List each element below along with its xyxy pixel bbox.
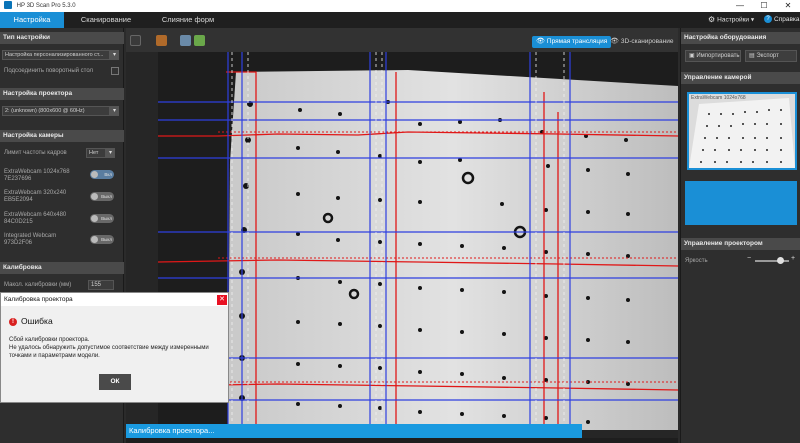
projector-select[interactable]: 2: (unknown) (800x600 @ 60Hz) [2,106,110,116]
error-message-line1: Сбой калибровки проектора. [9,337,90,343]
section-projector-setup: Настройка проектора [0,88,124,100]
export-button[interactable]: ▤ Экспорт [745,50,797,62]
section-setup-type: Тип настройки [0,32,124,44]
turntable-label: Подсоединить поворотный стол [4,68,94,74]
help-menu-label: Справка [774,16,800,23]
main-menu-bar: Настройка Сканирование Слияние форм ⚙ Нас… [0,12,800,28]
eye-view-icon[interactable] [130,35,141,46]
camera-toggle[interactable]: Вкл [90,170,114,179]
camera-icon[interactable] [180,35,191,46]
error-message: Сбой калибровки проектора. Не удалось об… [9,336,224,360]
help-menu[interactable]: ? Справка [764,12,800,28]
error-title: Ошибка [21,316,53,326]
brightness-label: Яркость [685,258,708,264]
eye-icon: 👁 [610,38,619,45]
import-label: Импортировать [696,53,740,59]
dialog-title: Калибровка проектора [1,293,228,306]
help-icon: ? [764,15,772,24]
section-camera-setup: Настройка камеры [0,130,124,142]
tab-shape-fusion[interactable]: Слияние форм [148,12,228,28]
eye-icon: 👁 [536,38,545,45]
error-message-line2: Не удалось обнаружить допустимое соответ… [9,345,209,359]
calibration-thumbnail [689,94,795,168]
camera-preview-label: ExtraWebcam 1024x768 [691,95,746,101]
section-calibration: Калибровка [0,262,124,274]
camera-id: EB5E2094 [4,197,33,203]
settings-menu[interactable]: ⚙ Настройки ▾ [708,12,754,28]
3d-scan-button[interactable]: 👁 3D-сканирование [606,36,678,48]
calibration-size-input[interactable]: 155 [88,280,114,290]
tab-setup[interactable]: Настройка [0,12,64,28]
section-camera-control: Управление камерой [681,72,800,84]
live-feed-button[interactable]: 👁 Прямая трансляция [532,36,612,48]
window-title: HP 3D Scan Pro 5.3.0 [16,3,76,9]
camera-name: ExtraWebcam 320x240 [4,190,67,196]
brightness-decrease-button[interactable]: − [747,255,751,262]
right-control-panel: Настройка оборудования ▣ Импортировать ▤… [680,28,800,443]
chevron-down-icon[interactable]: ▾ [110,106,119,116]
window-titlebar: HP 3D Scan Pro 5.3.0 — ☐ ✕ [0,0,800,12]
chevron-down-icon[interactable]: ▾ [106,148,115,158]
camera-toggle[interactable]: Выкл [90,214,114,223]
dialog-close-button[interactable]: ✕ [217,295,227,305]
camera-preview-thumbnail[interactable]: ExtraWebcam 1024x768 [687,92,797,170]
calibration-size-label: Макол. калибровки (мм) [4,282,72,288]
status-bar: Калибровка проектора... [126,424,582,438]
projector-calibration-dialog: Калибровка проектора ✕ ! Ошибка Сбой кал… [0,292,229,403]
3d-scan-label: 3D-сканирование [620,38,674,45]
dialog-body: ! Ошибка Сбой калибровки проектора. Не у… [1,306,228,402]
fps-limit-select[interactable]: Нет [86,148,106,158]
import-button[interactable]: ▣ Импортировать [685,50,741,62]
close-window-button[interactable]: ✕ [776,0,800,12]
settings-menu-label: Настройки ▾ [717,16,755,24]
camera-id: 973D2F06 [4,240,33,246]
ok-button[interactable]: ОК [99,374,131,390]
folder-icon[interactable] [194,35,205,46]
snapshot-icon[interactable] [156,35,167,46]
camera-name: Integrated Webcam [4,233,57,239]
live-feed-label: Прямая трансляция [546,38,608,45]
camera-name: ExtraWebcam 1024x768 [4,169,70,175]
brightness-increase-button[interactable]: + [791,255,795,262]
camera-name: ExtraWebcam 640x480 [4,212,67,218]
view-toolbar: 👁 Прямая трансляция 👁 3D-сканирование [126,28,678,52]
camera-id: 84C0D215 [4,219,33,225]
fps-limit-label: Лимит частоты кадров [4,150,67,156]
setup-type-select[interactable]: Настройка персонализированного ст... [2,50,110,60]
minimize-button[interactable]: — [728,0,752,12]
camera-info-panel [685,181,797,225]
bottom-strip [126,438,678,443]
turntable-checkbox[interactable] [111,67,119,75]
app-icon [4,1,12,10]
calibration-board [228,70,678,430]
section-projector-control: Управление проектором [681,238,800,250]
export-label: Экспорт [756,53,779,59]
camera-toggle[interactable]: Выкл [90,192,114,201]
tab-scanning[interactable]: Сканирование [70,12,142,28]
chevron-down-icon[interactable]: ▾ [110,50,119,60]
camera-id: 7E237696 [4,176,32,182]
maximize-button[interactable]: ☐ [752,0,776,12]
gear-icon: ⚙ [708,15,716,24]
camera-toggle[interactable]: Выкл [90,235,114,244]
error-icon: ! [9,318,17,326]
calibration-pattern-view [158,52,678,430]
brightness-slider-handle[interactable] [777,257,784,264]
section-hardware-setup: Настройка оборудования [681,32,800,44]
camera-live-viewport[interactable] [158,52,678,430]
